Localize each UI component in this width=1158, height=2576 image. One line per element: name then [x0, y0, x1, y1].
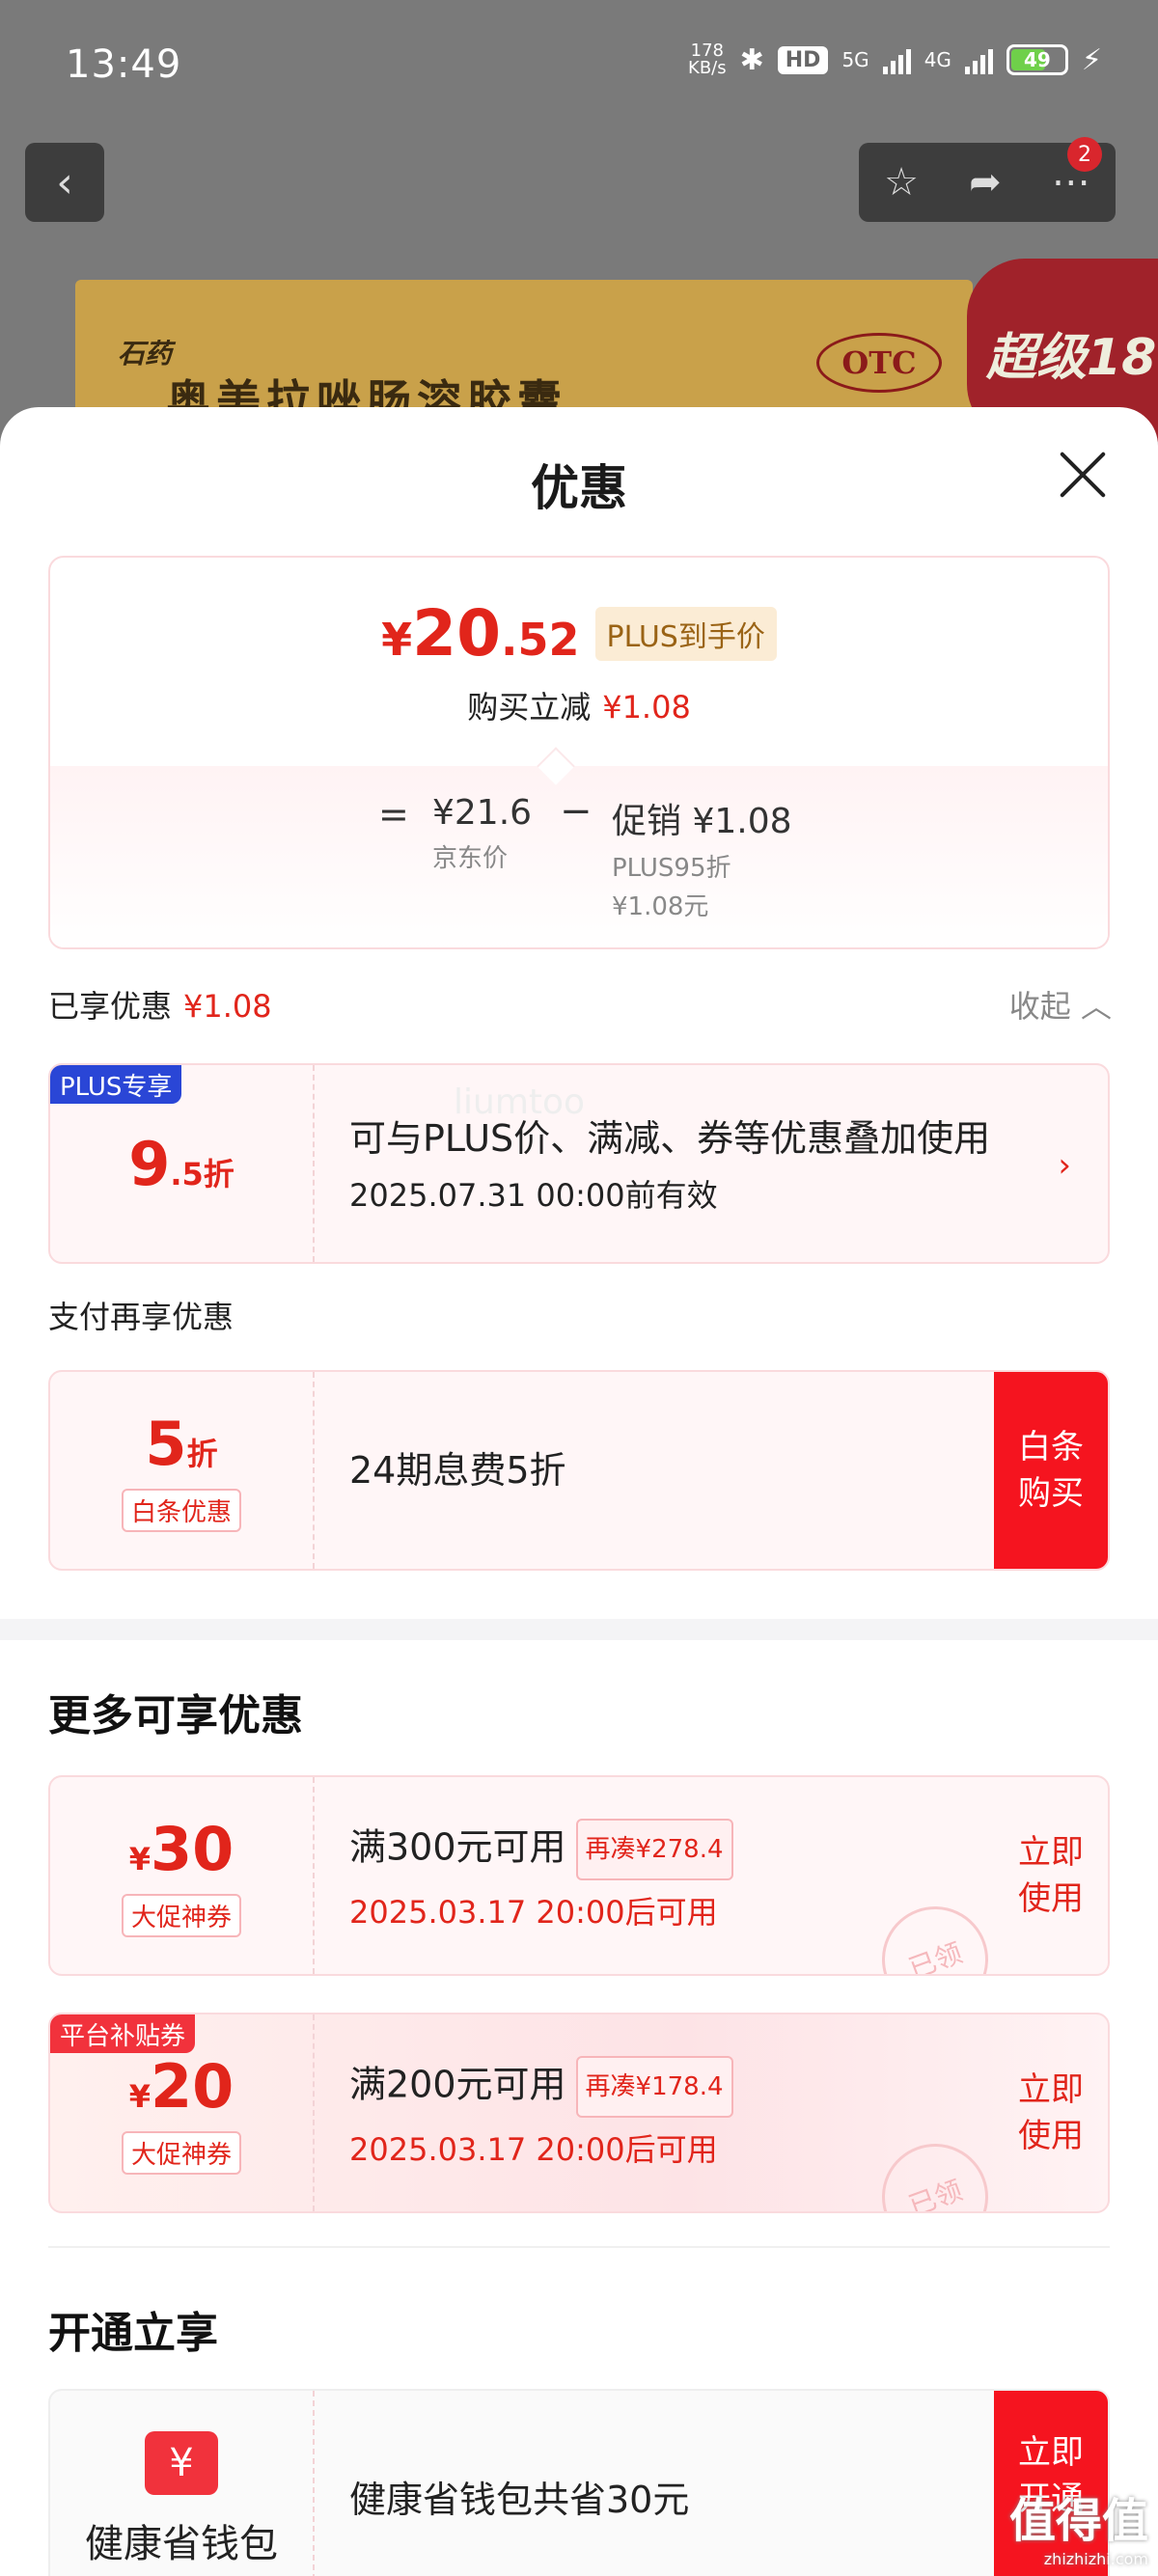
share-icon[interactable]: ➦ [969, 160, 1002, 205]
notification-badge: 2 [1067, 137, 1102, 172]
status-bar: 13:49 178 KB/s ✱ HD 5G 4G 49 ⚡ [0, 0, 1158, 135]
chevron-up-icon: ︿ [1080, 988, 1112, 1025]
baitiao-label: 白条优惠 [121, 1489, 241, 1532]
coupon-type-label: 大促神券 [121, 1894, 241, 1937]
coupon-card: ¥30 大促神券 满300元可用 再凑¥278.4 2025.03.17 20:0… [48, 1775, 1110, 1976]
promo-detail-2: ¥1.08元 [612, 892, 709, 921]
coupon-body: 24期息费5折 [349, 1372, 992, 1569]
remaining-amount: 再凑¥278.4 [575, 1819, 733, 1880]
coupon-left: 5折 白条优惠 [50, 1372, 315, 1569]
bluetooth-icon: ✱ [739, 42, 764, 77]
coupon-condition: 满300元可用 再凑¥278.4 [349, 1819, 992, 1880]
jd-price-label: 京东价 [432, 844, 509, 873]
baitiao-discount: 5折 [145, 1409, 218, 1479]
pay-section-label: 支付再享优惠 [48, 1299, 234, 1335]
charging-icon: ⚡ [1081, 42, 1102, 77]
network-5g-label: 5G [841, 48, 869, 71]
wallet-label: 健康省钱包 [85, 2522, 278, 2566]
enjoyed-discount: 已享优惠 ¥1.08 [48, 988, 272, 1025]
plus-exclusive-tag: PLUS专享 [50, 1065, 182, 1104]
product-brand: 石药 [118, 338, 173, 370]
sheet-title: 优惠 [531, 460, 627, 516]
coupon-desc: 可与PLUS价、满减、券等优惠叠加使用 [349, 1117, 991, 1160]
back-button[interactable]: ‹ [25, 143, 104, 222]
baitiao-buy-button[interactable]: 白条 购买 [994, 1372, 1108, 1569]
baitiao-desc: 24期息费5折 [349, 1449, 566, 1492]
price-summary-card: ¥20.52 PLUS到手价 购买立减 ¥1.08 = ¥21.6 京东价 − 促… [48, 556, 1110, 949]
discount-sheet: 优惠 ¥20.52 PLUS到手价 购买立减 ¥1.08 = ¥21.6 京东价 … [0, 407, 1158, 2576]
jd-price: ¥21.6 [432, 793, 533, 833]
status-time: 13:49 [66, 42, 182, 87]
net-speed: 178 KB/s [688, 41, 727, 78]
battery-icon: 49 [1006, 44, 1068, 75]
instant-discount: 购买立减 ¥1.08 [467, 689, 691, 726]
jd-price-block: ¥21.6 京东价 [432, 793, 532, 874]
coupon-type-label: 大促神券 [121, 2131, 241, 2175]
coupon-amount: ¥30 [128, 1814, 234, 1884]
open-title: 开通立享 [48, 2309, 218, 2358]
watermark: liumtoo [454, 1082, 586, 1122]
baitiao-card: 5折 白条优惠 24期息费5折 白条 购买 [48, 1370, 1110, 1571]
chevron-left-icon: ‹ [56, 157, 73, 207]
minus-sign: − [560, 789, 593, 834]
signal-icon-2 [964, 45, 993, 74]
otc-badge: OTC [816, 333, 942, 393]
use-now-button[interactable]: 立即 使用 [994, 2014, 1108, 2211]
promo-detail-1: PLUS95折 [612, 854, 731, 883]
wallet-desc: 健康省钱包共省30元 [349, 2479, 690, 2521]
final-price: ¥20.52 [381, 596, 580, 671]
coupon-card: ¥20 大促神券 平台补贴券 满200元可用 再凑¥178.4 2025.03.1… [48, 2013, 1110, 2213]
coupon-valid: 2025.07.31 00:00前有效 [349, 1177, 718, 1214]
remaining-amount: 再凑¥178.4 [575, 2056, 733, 2118]
wallet-left: ¥ 健康省钱包 [50, 2391, 315, 2576]
signal-icon [882, 45, 911, 74]
chevron-right-icon[interactable]: › [1058, 1146, 1071, 1185]
coupon-condition: 满200元可用 再凑¥178.4 [349, 2056, 992, 2118]
coupon-amount: ¥20 [128, 2051, 234, 2122]
nav-actions: ☆ ➦ ⋯ 2 [859, 137, 1116, 222]
divider [48, 2246, 1110, 2248]
equals-sign: = [378, 793, 409, 836]
collapse-button[interactable]: 收起 ︿ [1009, 982, 1112, 1027]
network-4g-label: 4G [924, 48, 951, 71]
more-offers-title: 更多可享优惠 [48, 1691, 303, 1740]
promo-block: 促销 ¥1.08 PLUS95折 ¥1.08元 [612, 793, 792, 926]
use-now-button[interactable]: 立即 使用 [994, 1777, 1108, 1974]
platform-subsidy-tag: 平台补贴券 [50, 2014, 196, 2053]
promo-value: 促销 ¥1.08 [612, 802, 792, 841]
coupon-left: ¥30 大促神券 [50, 1777, 315, 1974]
final-price-row: ¥20.52 PLUS到手价 [50, 596, 1108, 671]
plus-discount-value: 9.5折 [128, 1128, 234, 1199]
status-icons: 178 KB/s ✱ HD 5G 4G 49 ⚡ [688, 42, 1102, 77]
ticket-icon: ¥ [145, 2431, 218, 2495]
star-icon[interactable]: ☆ [884, 160, 919, 205]
hd-icon: HD [777, 45, 829, 74]
wallet-card: ¥ 健康省钱包 健康省钱包共省30元 立即 开通 [48, 2389, 1110, 2576]
section-divider [0, 1619, 1158, 1640]
site-watermark: 值得值 zhizhizhi.com [1008, 2494, 1148, 2568]
plus-price-tag: PLUS到手价 [594, 606, 777, 661]
product-top-nav: ‹ ☆ ➦ ⋯ 2 [0, 137, 1158, 224]
close-icon[interactable] [1058, 450, 1108, 500]
wallet-body: 健康省钱包共省30元 [349, 2391, 992, 2576]
coupon-body: 可与PLUS价、满减、券等优惠叠加使用 2025.07.31 00:00前有效 [349, 1065, 992, 1262]
